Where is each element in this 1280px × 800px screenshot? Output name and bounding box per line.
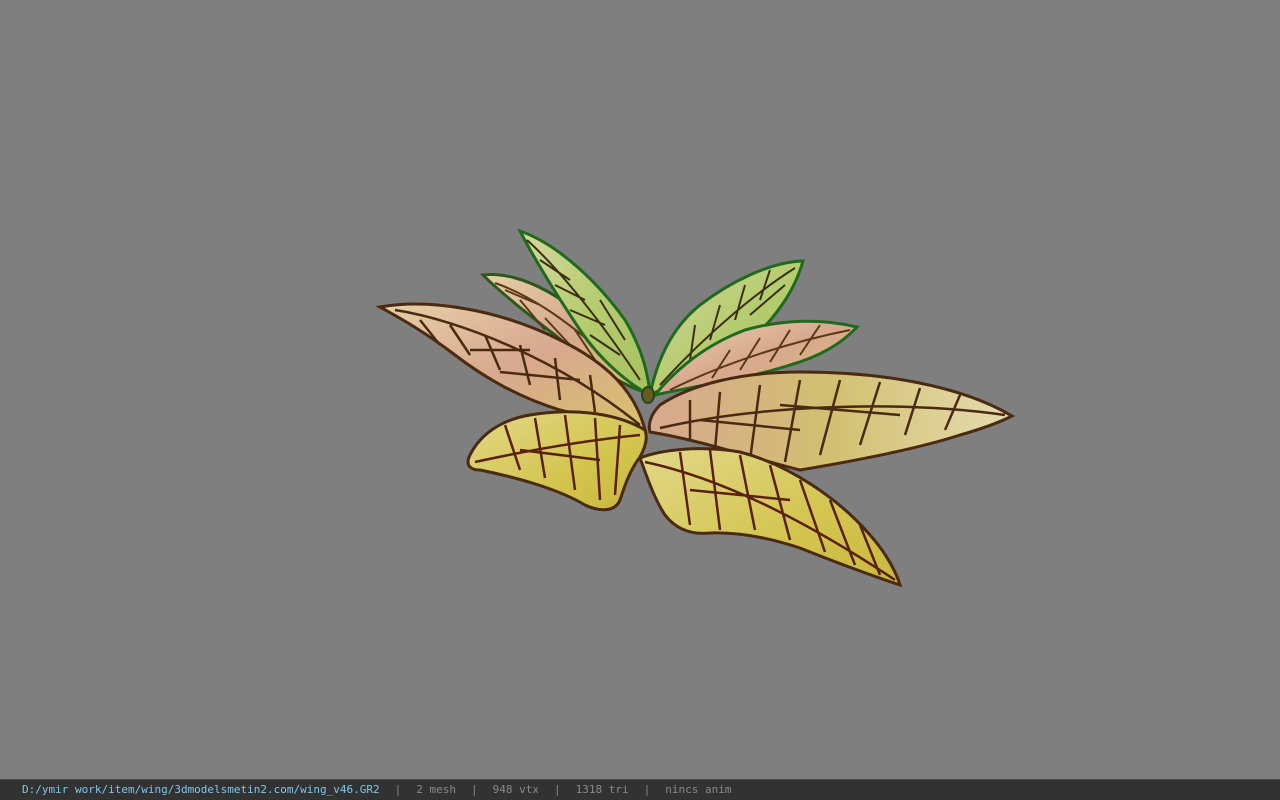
separator: |: [553, 783, 561, 796]
separator: |: [471, 783, 478, 796]
wing-lower-left: [466, 410, 648, 512]
separator: |: [643, 783, 651, 796]
wing-model: [375, 228, 1016, 588]
separator: |: [394, 783, 402, 796]
vertex-count: 948 vtx: [492, 783, 539, 796]
wing-lower-right: [638, 447, 903, 588]
wing-center-joint: [641, 386, 655, 404]
triangle-count: 1318 tri: [575, 783, 629, 796]
3d-viewport[interactable]: [0, 0, 1280, 779]
animation-status: nincs anim: [665, 783, 732, 796]
file-path: D:/ymir work/item/wing/3dmodelsmetin2.co…: [22, 783, 380, 796]
mesh-count: 2 mesh: [416, 783, 456, 796]
status-bar: D:/ymir work/item/wing/3dmodelsmetin2.co…: [0, 779, 1280, 800]
